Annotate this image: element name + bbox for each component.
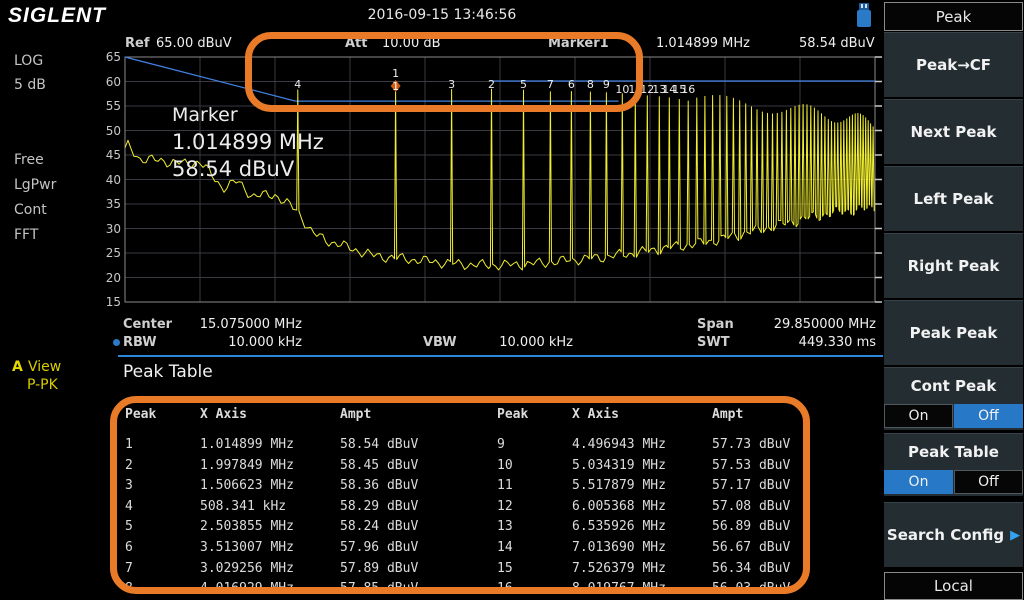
ref-value: 65.00 dBuV: [156, 36, 232, 51]
local-button[interactable]: Local: [884, 572, 1023, 600]
marker1-freq: 1.014899 MHz: [656, 36, 750, 51]
marker-readout-ampl: 58.54 dBuV: [172, 157, 294, 181]
trace-mode: View: [28, 359, 61, 375]
y-tick-label: 35: [91, 197, 121, 211]
swt-label: SWT: [697, 335, 730, 350]
menu-title: Peak: [884, 2, 1023, 31]
trace-letter: A: [12, 359, 23, 375]
y-tick-label: 55: [91, 99, 121, 113]
submenu-arrow-icon: ▶: [1010, 528, 1020, 543]
peak-table-title: Peak Table: [123, 362, 213, 382]
right-peak-button[interactable]: Right Peak: [884, 233, 1023, 298]
svg-text:16: 16: [681, 83, 695, 96]
swt-value: 449.330 ms: [734, 335, 876, 350]
section-divider: [118, 355, 883, 357]
annotation-marker-area: [245, 32, 643, 112]
usb-icon-pin: [861, 4, 863, 8]
peak-table-toggle-label: Peak Table: [908, 443, 999, 461]
y-tick-label: 30: [91, 222, 121, 236]
usb-icon-body: [857, 10, 871, 27]
next-peak-button[interactable]: Next Peak: [884, 99, 1023, 164]
span-label: Span: [697, 317, 734, 332]
rbw-label: RBW: [123, 335, 157, 350]
datetime: 2016-09-15 13:46:56: [0, 7, 884, 23]
spectrum-analyzer-screen: SIGLENT 2016-09-15 13:46:56 LOG 5 dB Fre…: [0, 0, 1024, 600]
marker1-ampl: 58.54 dBuV: [799, 36, 875, 51]
y-tick-label: 65: [91, 50, 121, 64]
y-tick-label: 20: [91, 271, 121, 285]
sidebar-scale-per-div: 5 dB: [14, 77, 46, 93]
sidebar-lgpwr: LgPwr: [14, 177, 56, 193]
trace-detector: P-PK: [27, 377, 58, 393]
center-value: 15.075000 MHz: [160, 317, 302, 332]
cont-peak-label: Cont Peak: [911, 377, 997, 395]
y-tick-label: 60: [91, 75, 121, 89]
search-config-button[interactable]: Search Config ▶: [884, 502, 1023, 567]
ref-label: Ref: [125, 36, 149, 51]
sidebar-trigger-free: Free: [14, 152, 44, 168]
marker-readout-freq: 1.014899 MHz: [172, 130, 324, 154]
peak-table-on-toggle[interactable]: On: [884, 470, 953, 494]
trace-indicator: A View: [12, 356, 61, 375]
cont-peak-off-toggle[interactable]: Off: [954, 404, 1023, 428]
search-config-label: Search Config: [887, 526, 1004, 544]
sidebar-sweep-cont: Cont: [14, 202, 47, 218]
rbw-coupled-dot-icon: [113, 339, 120, 346]
sidebar-fft-mode: FFT: [14, 227, 38, 243]
span-value: 29.850000 MHz: [734, 317, 876, 332]
left-peak-button[interactable]: Left Peak: [884, 166, 1023, 231]
y-tick-label: 25: [91, 246, 121, 260]
usb-icon-pin: [865, 4, 867, 8]
y-tick-label: 45: [91, 148, 121, 162]
peak-to-cf-button[interactable]: Peak→CF: [884, 32, 1023, 97]
cont-peak-on-toggle[interactable]: On: [884, 404, 953, 428]
y-tick-label: 40: [91, 173, 121, 187]
rbw-value: 10.000 kHz: [160, 335, 302, 350]
y-axis-ticks: 65 60 55 50 45 40 35 30 25 20 15: [91, 50, 121, 310]
vbw-value: 10.000 kHz: [450, 335, 573, 350]
peak-table-off-toggle[interactable]: Off: [954, 470, 1023, 494]
annotation-peak-table-area: [110, 396, 810, 594]
marker-readout-title: Marker: [172, 104, 238, 126]
peak-peak-button[interactable]: Peak Peak: [884, 300, 1023, 365]
sidebar-amp-scale-type: LOG: [14, 53, 43, 69]
y-tick-label: 15: [91, 295, 121, 309]
y-tick-label: 50: [91, 124, 121, 138]
